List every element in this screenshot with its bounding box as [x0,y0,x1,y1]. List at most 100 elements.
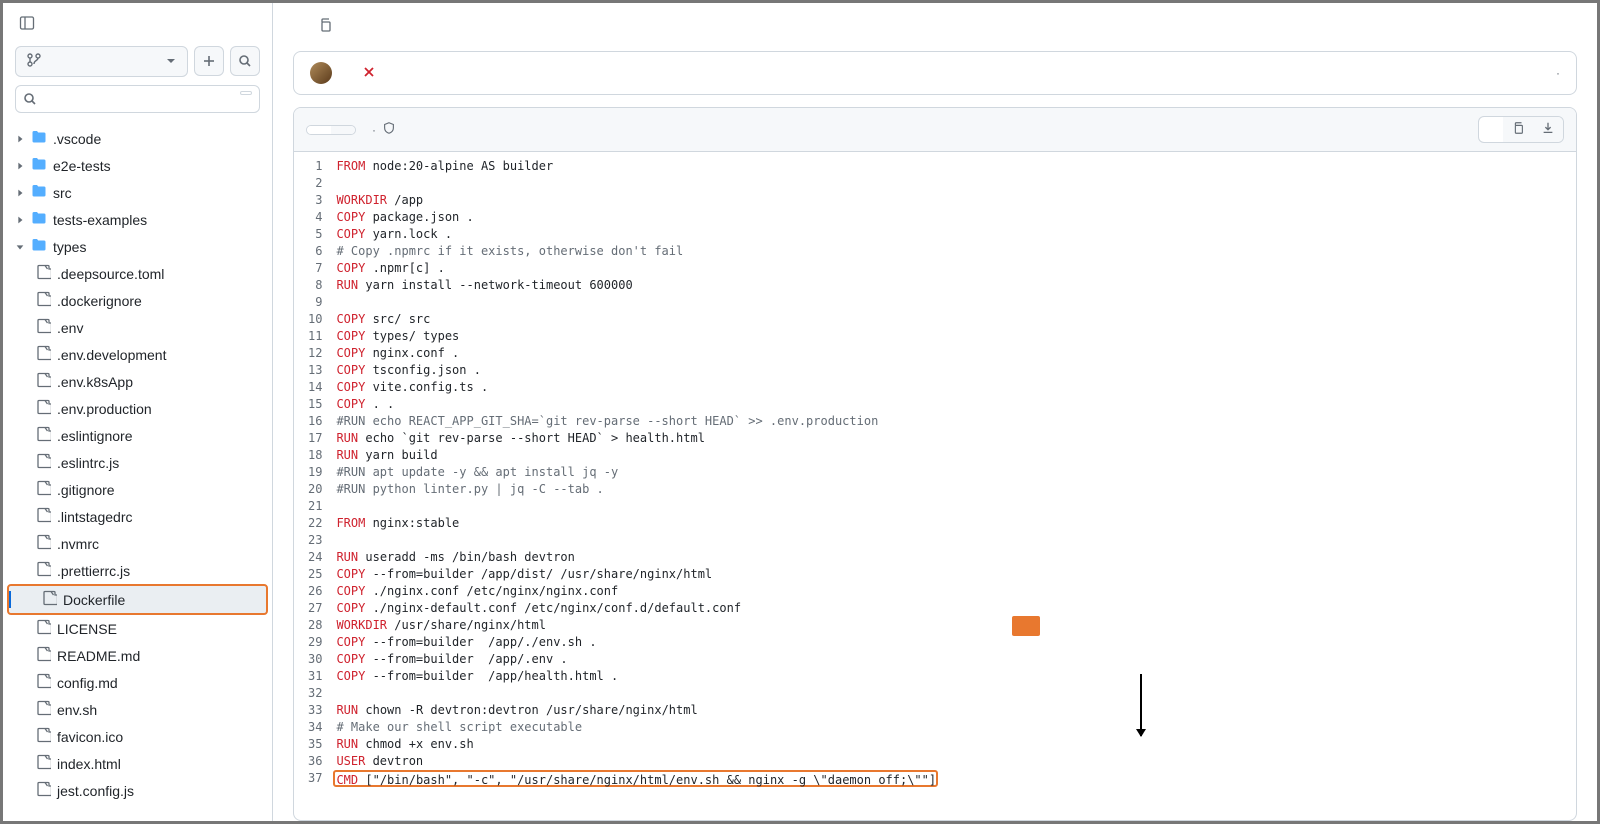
code-line [336,175,1576,192]
branch-icon [26,52,42,71]
raw-button[interactable] [1479,126,1503,134]
code-line: #RUN python linter.py | jq -C --tab . [336,481,1576,498]
chevron-icon [15,158,25,174]
raw-group [1478,116,1564,143]
tree-folder[interactable]: src [3,179,272,206]
sidebar: .vscodee2e-testssrctests-examplestypes.d… [3,3,273,821]
search-input[interactable] [15,85,260,113]
code-area: 1234567891011121314151617181920212223242… [294,152,1576,820]
shield-icon [382,121,396,138]
collapse-panel-icon[interactable] [19,15,35,34]
code-line: RUN yarn build [336,447,1576,464]
code-line: RUN chown -R devtron:devtron /usr/share/… [336,702,1576,719]
sidebar-controls [3,46,272,121]
file-icon [35,480,51,499]
commit-meta[interactable]: · [1556,66,1560,80]
tree-file[interactable]: .eslintrc.js [3,449,272,476]
file-icon [35,727,51,746]
code-line: COPY --from=builder /app/.env . [336,651,1576,668]
chevron-icon [15,239,25,255]
file-icon [35,781,51,800]
file-icon [35,700,51,719]
tree-folder[interactable]: e2e-tests [3,152,272,179]
tree-file[interactable]: .env.production [3,395,272,422]
file-icon [35,507,51,526]
tree-file[interactable]: .env.k8sApp [3,368,272,395]
tree-file[interactable]: Dockerfile [7,584,268,615]
avatar[interactable] [310,62,332,84]
download-icon[interactable] [1533,117,1563,142]
annotation-callout [1012,616,1040,636]
tree-file[interactable]: config.md [3,669,272,696]
tree-file[interactable]: .nvmrc [3,530,272,557]
tree-file[interactable]: .gitignore [3,476,272,503]
file-icon [35,345,51,364]
file-icon [35,264,51,283]
tree-file[interactable]: .lintstagedrc [3,503,272,530]
code-line: # Copy .npmrc if it exists, otherwise do… [336,243,1576,260]
tree-file[interactable]: index.html [3,750,272,777]
tree-file[interactable]: .deepsource.toml [3,260,272,287]
code-line: RUN useradd -ms /bin/bash devtron [336,549,1576,566]
main: · · [273,3,1597,821]
branch-selector[interactable] [15,46,188,77]
commit-bar: · [293,51,1577,95]
copy-path-icon[interactable] [317,17,333,37]
code-line: #RUN echo REACT_APP_GIT_SHA=`git rev-par… [336,413,1576,430]
code-line [336,532,1576,549]
code-line: COPY .npmr[c] . [336,260,1576,277]
code-panel: · 123456789101112131415161 [293,107,1577,821]
file-tree: .vscodee2e-testssrctests-examplestypes.d… [3,121,272,821]
close-icon[interactable] [362,65,376,82]
search-kbd [240,91,252,95]
tree-file[interactable]: env.sh [3,696,272,723]
code-line: COPY vite.config.ts . [336,379,1576,396]
sidebar-header [3,3,272,46]
tree-file[interactable]: LICENSE [3,615,272,642]
folder-icon [31,183,47,202]
code-line [336,498,1576,515]
file-icon [35,534,51,553]
code-line: USER devtron [336,753,1576,770]
tree-folder[interactable]: types [3,233,272,260]
file-icon [41,590,57,609]
file-icon [35,426,51,445]
search-icon [23,92,37,109]
code-line: CMD ["/bin/bash", "-c", "/usr/share/ngin… [333,770,938,787]
file-icon [35,453,51,472]
code-line [336,685,1576,702]
tree-file[interactable]: jest.config.js [3,777,272,804]
file-icon [35,291,51,310]
code-line: COPY --from=builder /app/./env.sh . [336,634,1576,651]
tree-file[interactable]: .dockerignore [3,287,272,314]
code-line: RUN chmod +x env.sh [336,736,1576,753]
chevron-icon [15,131,25,147]
file-icon [35,754,51,773]
code-line: COPY package.json . [336,209,1576,226]
tab-blame[interactable] [331,126,355,134]
code-line: WORKDIR /app [336,192,1576,209]
code-line: COPY ./nginx.conf /etc/nginx/nginx.conf [336,583,1576,600]
file-icon [35,372,51,391]
code-line: COPY tsconfig.json . [336,362,1576,379]
tree-file[interactable]: README.md [3,642,272,669]
tree-file[interactable]: favicon.ico [3,723,272,750]
file-icon [35,646,51,665]
tree-folder[interactable]: tests-examples [3,206,272,233]
file-icon [35,318,51,337]
tree-file[interactable]: .env.development [3,341,272,368]
search-toggle-button[interactable] [230,46,260,76]
tree-folder[interactable]: .vscode [3,125,272,152]
tree-file[interactable]: .env [3,314,272,341]
file-icon [35,619,51,638]
folder-icon [31,156,47,175]
add-button[interactable] [194,46,224,76]
tab-code[interactable] [307,126,331,134]
code-line: COPY --from=builder /app/health.html . [336,668,1576,685]
tree-file[interactable]: .prettierrc.js [3,557,272,584]
code-line: COPY src/ src [336,311,1576,328]
chevron-icon [15,185,25,201]
tree-file[interactable]: .eslintignore [3,422,272,449]
copy-icon[interactable] [1503,117,1533,142]
code-line: COPY types/ types [336,328,1576,345]
